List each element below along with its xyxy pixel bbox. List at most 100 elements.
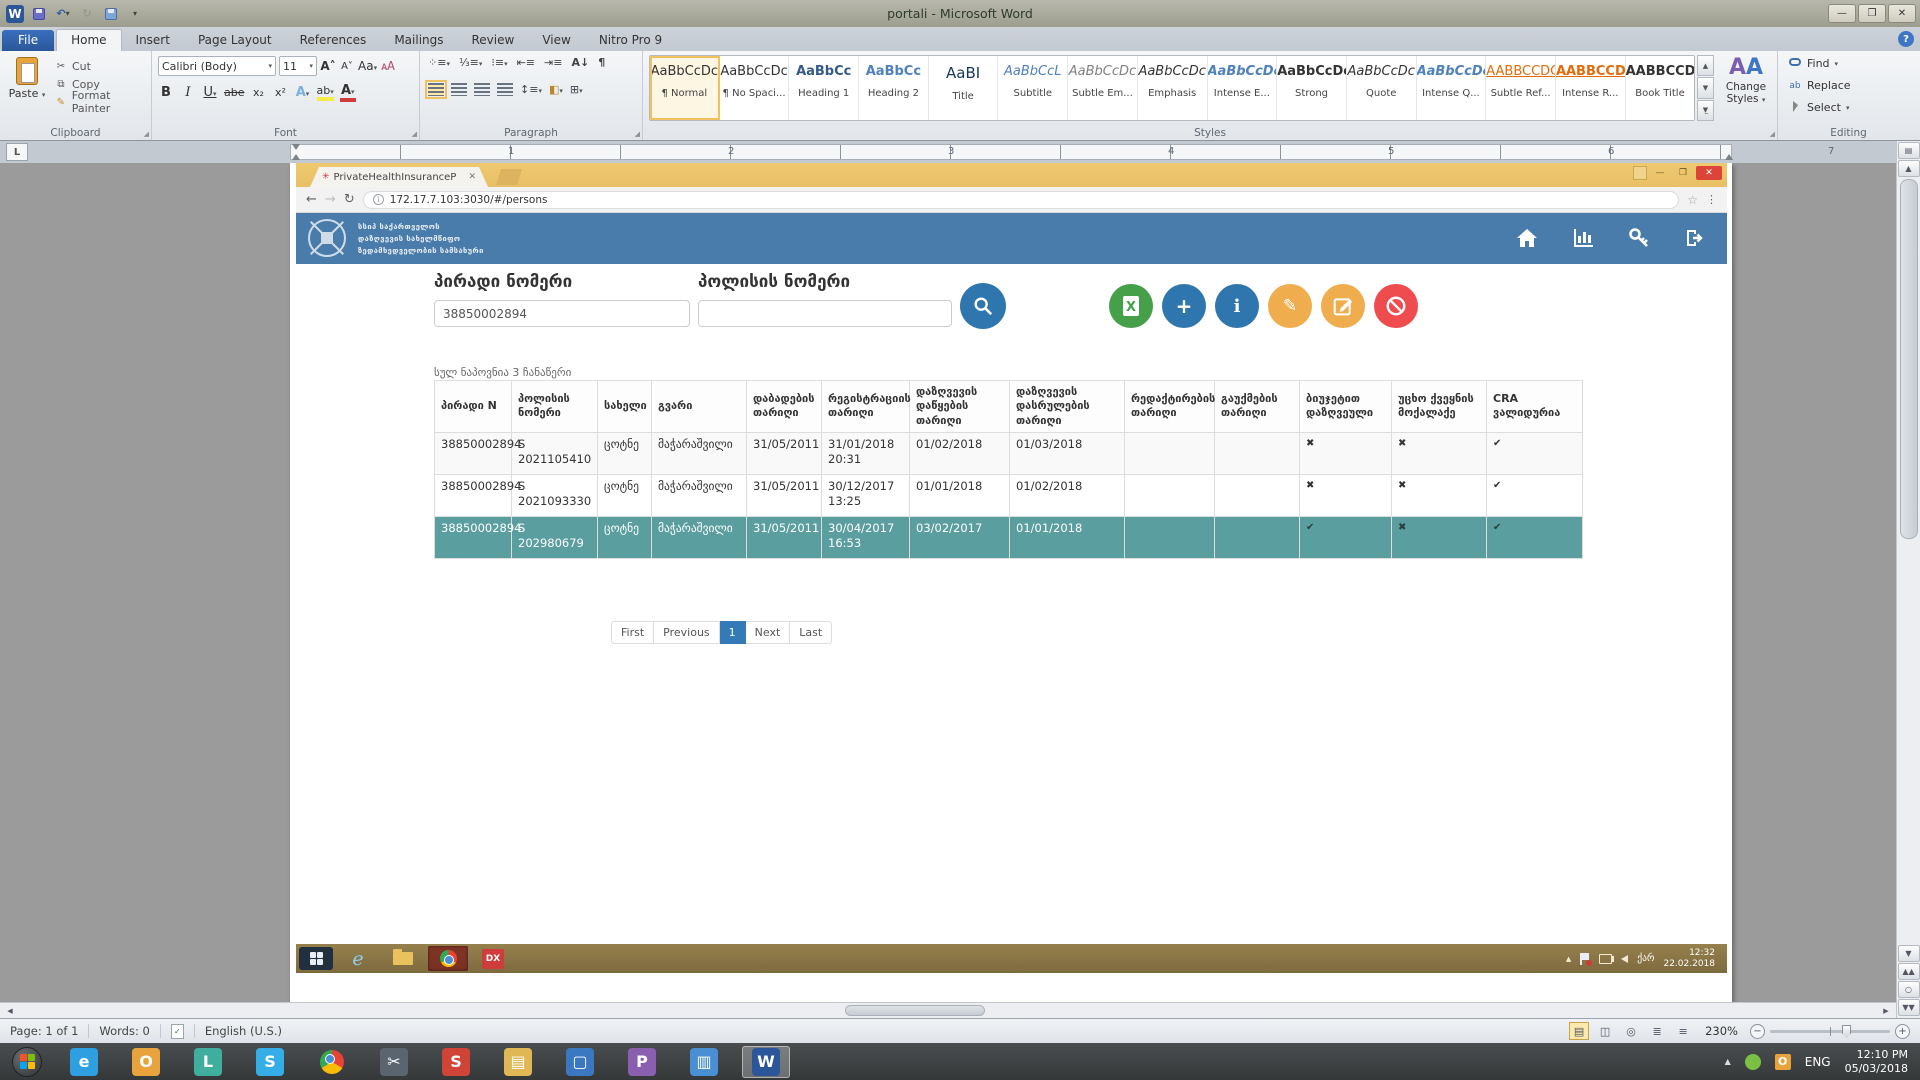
right-indent-marker[interactable]: [1725, 154, 1733, 160]
scroll-up-icon[interactable]: ▲: [1898, 160, 1920, 177]
taskbar-remote-desktop-icon[interactable]: ▢: [556, 1046, 604, 1078]
ribbon-tab-nitro-pro-9[interactable]: Nitro Pro 9: [585, 30, 676, 51]
browser-menu-icon[interactable]: ⋮: [1706, 193, 1717, 206]
style-quote[interactable]: AaBbCcDcQuote: [1347, 56, 1417, 120]
highlight-color-button[interactable]: ab▾: [317, 84, 334, 101]
shrink-font-button[interactable]: A˅: [339, 61, 355, 72]
style-strong[interactable]: AaBbCcDcStrong: [1277, 56, 1347, 120]
cut-button[interactable]: ✂Cut: [54, 57, 151, 75]
ribbon-tab-home[interactable]: Home: [56, 29, 121, 51]
word-count[interactable]: Words: 0: [89, 1024, 159, 1038]
table-row[interactable]: 38850002894S 2021105410ცოტნემაჭარაშვილი3…: [435, 432, 1583, 474]
subscript-button[interactable]: x₂: [251, 86, 267, 99]
style-normal[interactable]: AaBbCcDc¶ Normal: [650, 56, 720, 120]
style-title[interactable]: AaBITitle: [929, 56, 999, 120]
fullscreen-reading-view-button[interactable]: ◫: [1595, 1022, 1615, 1040]
font-dialog-launcher[interactable]: ◢: [412, 130, 417, 138]
logout-icon[interactable]: [1683, 226, 1707, 250]
taskbar-clock[interactable]: 12:10 PM 05/03/2018: [1845, 1048, 1908, 1076]
tray-hidden-icons-chevron[interactable]: ▲: [1725, 1057, 1731, 1066]
scroll-left-icon[interactable]: ◀: [2, 1004, 18, 1017]
taskbar-paint-icon[interactable]: P: [618, 1046, 666, 1078]
style-heading-2[interactable]: AaBbCcHeading 2: [859, 56, 929, 120]
paste-button[interactable]: Paste ▾: [5, 55, 49, 123]
zoom-slider[interactable]: − +: [1750, 1024, 1910, 1039]
taskbar-folder-icon[interactable]: ▤: [494, 1046, 542, 1078]
proofing-icon[interactable]: ✓: [171, 1024, 184, 1039]
bar-chart-icon[interactable]: [1571, 226, 1595, 250]
superscript-button[interactable]: x²: [273, 86, 289, 99]
ribbon-tab-file[interactable]: File: [2, 30, 54, 51]
start-orb[interactable]: [12, 1047, 42, 1077]
browser-minimize-icon[interactable]: —: [1650, 166, 1670, 180]
clipboard-dialog-launcher[interactable]: ◢: [144, 130, 149, 138]
taskbar-explorer-icon[interactable]: ▥: [680, 1046, 728, 1078]
style-book-title[interactable]: AABBCCDCBook Title: [1626, 56, 1695, 120]
previous-page-icon[interactable]: ▲▲: [1898, 963, 1920, 980]
outline-view-button[interactable]: ≣: [1647, 1022, 1667, 1040]
scroll-right-icon[interactable]: ▶: [1878, 1004, 1894, 1017]
draft-view-button[interactable]: ≡: [1673, 1022, 1693, 1040]
taskbar-chrome-icon[interactable]: [308, 1046, 356, 1078]
page-last-button[interactable]: Last: [790, 621, 832, 644]
taskbar-internet-explorer-icon[interactable]: e: [60, 1046, 108, 1078]
line-spacing-button[interactable]: ↕≡▾: [520, 83, 542, 96]
new-tab-button[interactable]: [496, 169, 522, 185]
edit-note-button[interactable]: [1321, 284, 1365, 328]
page-next-button[interactable]: Next: [746, 621, 791, 644]
font-family-select[interactable]: Calibri (Body)▾: [158, 56, 276, 76]
replace-button[interactable]: abReplace: [1778, 76, 1919, 95]
styles-more-icon[interactable]: ▼̲: [1697, 100, 1714, 121]
borders-button[interactable]: ⊞▾: [570, 83, 583, 96]
forward-icon[interactable]: →: [325, 192, 336, 207]
multilevel-list-button[interactable]: ⁝≡▾: [491, 56, 507, 69]
page-first-button[interactable]: First: [611, 621, 654, 644]
page-count[interactable]: Page: 1 of 1: [0, 1024, 88, 1038]
zoom-level[interactable]: 230%: [1705, 1024, 1738, 1038]
zoom-in-icon[interactable]: +: [1895, 1024, 1910, 1039]
browser-close-icon[interactable]: ✕: [1696, 166, 1722, 180]
style-subtle-em[interactable]: AaBbCcDcSubtle Em...: [1068, 56, 1138, 120]
folder-icon[interactable]: [383, 946, 423, 971]
taskbar-lync-icon[interactable]: L: [184, 1046, 232, 1078]
info-button[interactable]: i: [1215, 284, 1259, 328]
excel-export-button[interactable]: X: [1109, 284, 1153, 328]
browser-maximize-icon[interactable]: ❐: [1673, 166, 1693, 180]
bold-button[interactable]: B: [158, 85, 174, 100]
table-row[interactable]: 38850002894S 2021093330ცოტნემაჭარაშვილი3…: [435, 474, 1583, 516]
shading-button[interactable]: ◧▾: [549, 83, 563, 96]
page-previous-button[interactable]: Previous: [654, 621, 720, 644]
paragraph-dialog-launcher[interactable]: ◢: [635, 130, 640, 138]
browser-profile-icon[interactable]: [1633, 166, 1647, 180]
sort-button[interactable]: A↓: [571, 56, 589, 69]
table-row-selected[interactable]: 38850002894S 202980679ცოტნემაჭარაშვილი31…: [435, 516, 1583, 558]
taskbar-snipping-tool-icon[interactable]: ✂: [370, 1046, 418, 1078]
align-right-button[interactable]: [474, 83, 490, 96]
internet-explorer-icon[interactable]: e: [338, 946, 378, 971]
increase-indent-button[interactable]: ⇥≡: [544, 56, 562, 69]
style-no-spaci[interactable]: AaBbCcDc¶ No Spaci...: [720, 56, 790, 120]
style-emphasis[interactable]: AaBbCcDcEmphasis: [1138, 56, 1208, 120]
volume-icon[interactable]: [1621, 955, 1628, 963]
taskbar-outlook-icon[interactable]: O: [122, 1046, 170, 1078]
decrease-indent-button[interactable]: ⇤≡: [517, 56, 535, 69]
style-heading-1[interactable]: AaBbCcHeading 1: [789, 56, 859, 120]
style-subtle-ref[interactable]: AABBCCDCSubtle Ref...: [1486, 56, 1556, 120]
horizontal-scrollbar[interactable]: ◀ ▶: [0, 1002, 1896, 1018]
edit-pencil-button[interactable]: ✎: [1268, 284, 1312, 328]
vertical-scrollbar[interactable]: ▤ ▲ ▼ ▲▲ ○ ▼▼: [1896, 141, 1920, 1018]
add-button[interactable]: +: [1162, 284, 1206, 328]
style-intense-q[interactable]: AaBbCcDcIntense Q...: [1417, 56, 1487, 120]
antivirus-icon[interactable]: [1745, 1054, 1761, 1070]
chrome-icon[interactable]: [428, 946, 468, 971]
home-icon[interactable]: [1515, 226, 1539, 250]
font-color-button[interactable]: A▾: [340, 83, 356, 102]
print-layout-view-button[interactable]: ▤: [1569, 1022, 1589, 1040]
screenshot-clock[interactable]: 12:32 22.02.2018: [1663, 948, 1715, 970]
ruler-toggle-icon[interactable]: ▤: [1898, 142, 1920, 159]
underline-button[interactable]: U▾: [202, 85, 218, 100]
numbering-button[interactable]: ⅓≡▾: [459, 56, 482, 69]
hanging-indent-marker[interactable]: [292, 154, 300, 160]
back-icon[interactable]: ←: [306, 192, 317, 207]
align-left-button[interactable]: [428, 83, 444, 96]
